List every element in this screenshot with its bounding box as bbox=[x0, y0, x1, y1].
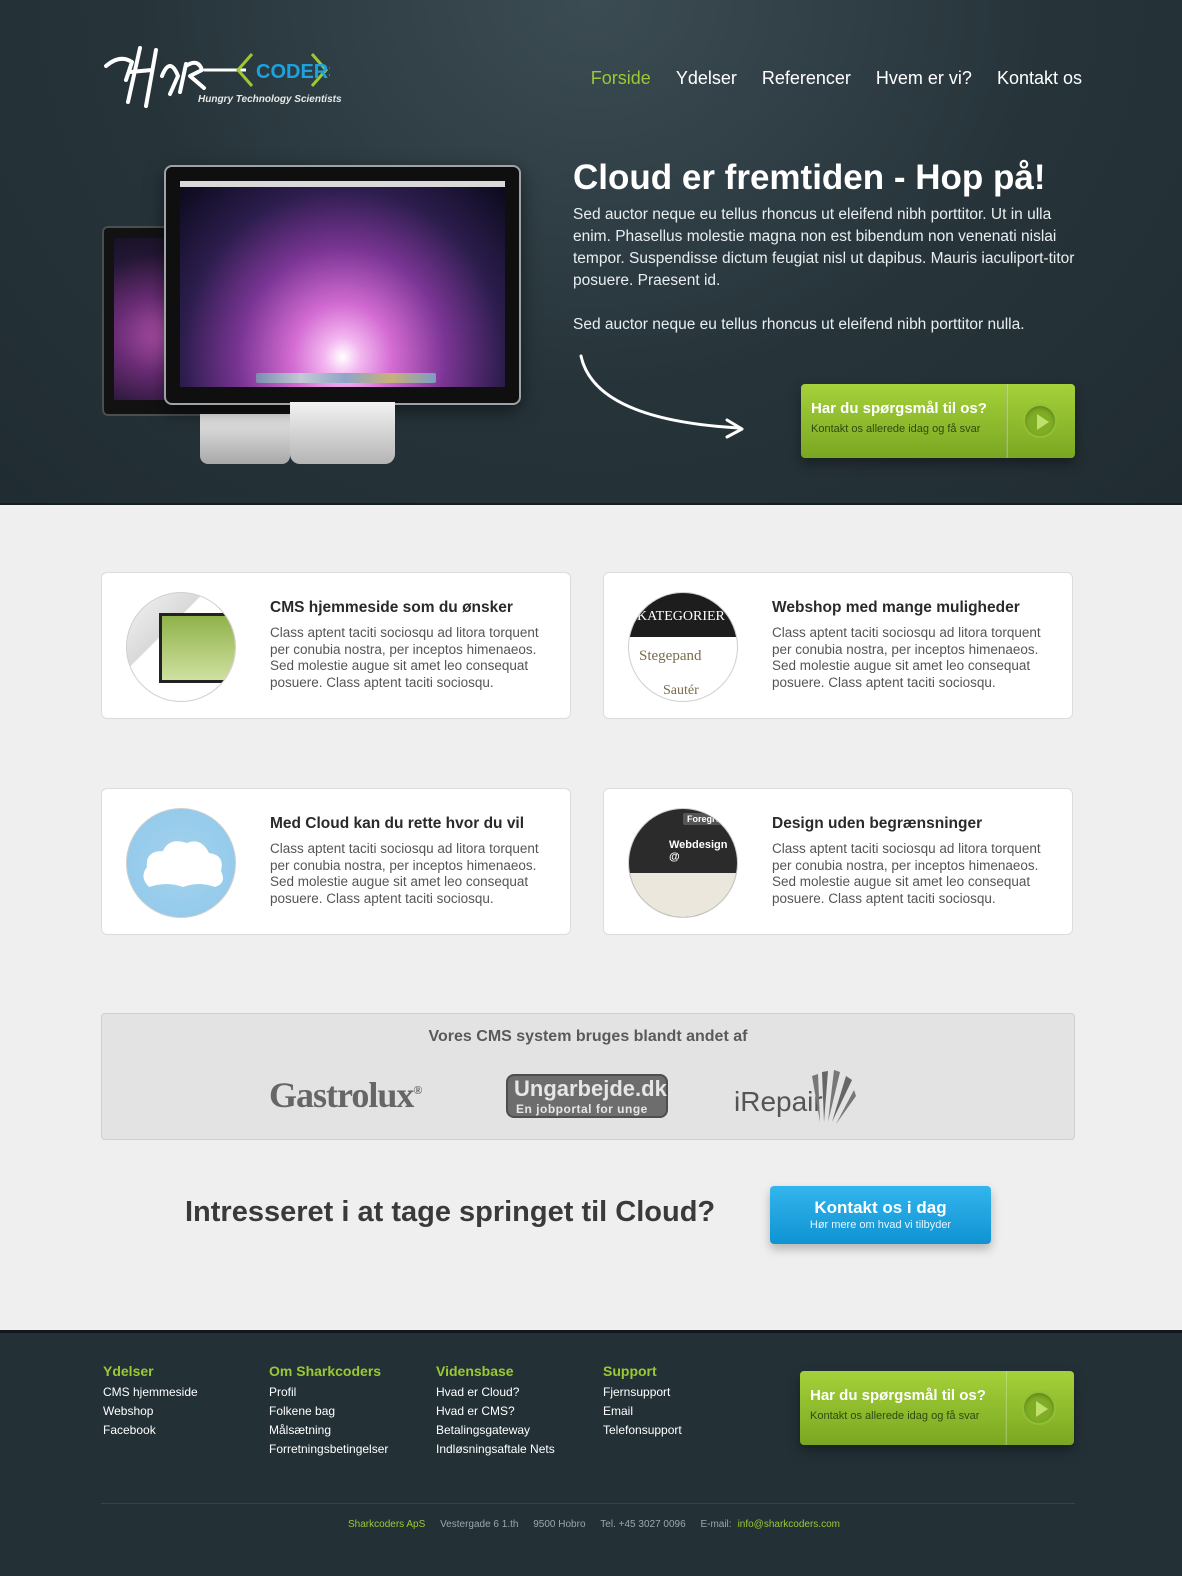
footer-link[interactable]: Betalingsgateway bbox=[436, 1421, 555, 1440]
contact-today-subtitle: Hør mere om hvad vi tilbyder bbox=[809, 1219, 952, 1231]
nav-item-hvem-er-vi[interactable]: Hvem er vi? bbox=[876, 68, 972, 89]
logo-text-right: CODERS bbox=[256, 61, 330, 83]
feature-title: Webshop med mange muligheder bbox=[772, 599, 1020, 616]
footer-column-support: Support Fjernsupport Email Telefonsuppor… bbox=[603, 1363, 682, 1440]
monitor-back-stand bbox=[200, 414, 290, 464]
ungarbejde-logo-text: Ungarbejde.dk bbox=[514, 1076, 667, 1101]
feature-card-cms[interactable]: CMS hjemmeside som du ønsker Class apten… bbox=[101, 572, 571, 719]
nav-item-forside[interactable]: Forside bbox=[591, 68, 651, 89]
hero-paragraph: Sed auctor neque eu tellus rhoncus ut el… bbox=[573, 206, 1075, 289]
feature-text: Class aptent taciti sociosqu ad litora t… bbox=[270, 841, 539, 907]
main-nav: Forside Ydelser Referencer Hvem er vi? K… bbox=[591, 68, 1082, 89]
registered-mark: ® bbox=[413, 1083, 422, 1097]
feature-card-webshop[interactable]: KATEGORIER Stegepand Sautér Webshop med … bbox=[603, 572, 1073, 719]
footer-heading: Vidensbase bbox=[436, 1363, 514, 1379]
footer-link[interactable]: Forretningsbetingelser bbox=[269, 1440, 388, 1459]
logo-tagline: Hungry Technology Scientists bbox=[198, 94, 342, 105]
thumb-label: Foregro bbox=[683, 813, 726, 825]
hero-cta-subtitle: Kontakt os allerede idag og få svar bbox=[811, 423, 981, 435]
footer-heading: Om Sharkcoders bbox=[269, 1363, 382, 1379]
ungarbejde-logo[interactable]: Ungarbejde.dk En jobportal for unge bbox=[506, 1074, 668, 1118]
feature-card-design[interactable]: Foregro Webdesign @ Design uden begrænsn… bbox=[603, 788, 1073, 935]
gastrolux-logo-text: Gastrolux bbox=[269, 1075, 414, 1115]
nav-item-referencer[interactable]: Referencer bbox=[762, 68, 851, 89]
footer-link[interactable]: Målsætning bbox=[269, 1421, 388, 1440]
feature-card-cloud[interactable]: Med Cloud kan du rette hvor du vil Class… bbox=[101, 788, 571, 935]
play-icon bbox=[1022, 1391, 1056, 1425]
monitor-front-stand bbox=[290, 402, 395, 464]
client-logos-panel: Vores CMS system bruges blandt andet af … bbox=[101, 1013, 1075, 1140]
thumb-label: Stegepand bbox=[639, 648, 702, 664]
feature-title: CMS hjemmeside som du ønsker bbox=[270, 599, 513, 616]
footer-contact-info: Sharkcoders ApS Vestergade 6 1.th 9500 H… bbox=[0, 1519, 1182, 1530]
hero-cta-title: Har du spørgsmål til os? bbox=[811, 400, 987, 417]
design-thumbnail: Foregro Webdesign @ bbox=[628, 808, 738, 918]
footer-column-ydelser: Ydelser CMS hjemmeside Webshop Facebook bbox=[103, 1363, 198, 1440]
hero-contact-button[interactable]: Har du spørgsmål til os? Kontakt os alle… bbox=[801, 384, 1075, 458]
footer-link[interactable]: Indløsningsaftale Nets bbox=[436, 1440, 555, 1459]
footer-address: Vestergade 6 1.th bbox=[440, 1519, 519, 1530]
feature-title: Med Cloud kan du rette hvor du vil bbox=[270, 815, 525, 832]
footer-city: 9500 Hobro bbox=[533, 1519, 586, 1530]
curved-arrow-icon bbox=[579, 354, 744, 439]
footer-link[interactable]: Telefonsupport bbox=[603, 1421, 682, 1440]
site-footer: Ydelser CMS hjemmeside Webshop Facebook … bbox=[0, 1330, 1182, 1576]
footer-cta-subtitle: Kontakt os allerede idag og få svar bbox=[810, 1410, 980, 1422]
footer-link[interactable]: Hvad er Cloud? bbox=[436, 1383, 555, 1402]
gastrolux-logo[interactable]: Gastrolux® bbox=[269, 1074, 422, 1116]
monitor-front-image bbox=[164, 165, 521, 405]
webshop-thumbnail: KATEGORIER Stegepand Sautér bbox=[628, 592, 738, 702]
hero-title: Cloud er fremtiden - Hop på! bbox=[573, 158, 1046, 197]
feature-text: Class aptent taciti sociosqu ad litora t… bbox=[270, 625, 539, 691]
footer-link[interactable]: Hvad er CMS? bbox=[436, 1402, 555, 1421]
contact-today-title: Kontakt os i dag bbox=[814, 1198, 947, 1217]
footer-cta-title: Har du spørgsmål til os? bbox=[810, 1387, 986, 1404]
footer-heading: Support bbox=[603, 1363, 657, 1379]
footer-column-om-sharkcoders: Om Sharkcoders Profil Folkene bag Målsæt… bbox=[269, 1363, 388, 1459]
footer-email-label: E-mail: bbox=[700, 1519, 732, 1530]
dock-bar bbox=[256, 373, 436, 383]
cta-heading: Intresseret i at tage springet til Cloud… bbox=[185, 1196, 716, 1228]
clients-heading: Vores CMS system bruges blandt andet af bbox=[428, 1028, 748, 1045]
play-icon bbox=[1023, 404, 1057, 438]
hero-paragraph-2: Sed auctor neque eu tellus rhoncus ut el… bbox=[573, 316, 1025, 333]
footer-column-vidensbase: Vidensbase Hvad er Cloud? Hvad er CMS? B… bbox=[436, 1363, 555, 1459]
cms-thumbnail bbox=[126, 592, 236, 702]
footer-email-link[interactable]: info@sharkcoders.com bbox=[738, 1519, 840, 1530]
feature-title: Design uden begrænsninger bbox=[772, 815, 983, 832]
footer-link[interactable]: Fjernsupport bbox=[603, 1383, 682, 1402]
footer-link[interactable]: Profil bbox=[269, 1383, 388, 1402]
footer-contact-button[interactable]: Har du spørgsmål til os? Kontakt os alle… bbox=[800, 1371, 1074, 1445]
thumb-label: Sautér bbox=[663, 683, 699, 698]
footer-divider bbox=[101, 1503, 1075, 1504]
thumb-label: Webdesign @ bbox=[669, 839, 728, 863]
contact-today-button[interactable]: Kontakt os i dag Hør mere om hvad vi til… bbox=[770, 1186, 991, 1244]
ungarbejde-logo-subtext: En jobportal for unge bbox=[516, 1102, 648, 1116]
cloud-icon bbox=[126, 808, 236, 918]
footer-link[interactable]: Facebook bbox=[103, 1421, 198, 1440]
hero-section: CODERS Hungry Technology Scientists Fors… bbox=[0, 0, 1182, 505]
irepair-fan-icon bbox=[812, 1070, 856, 1124]
footer-link[interactable]: CMS hjemmeside bbox=[103, 1383, 198, 1402]
footer-link[interactable]: Webshop bbox=[103, 1402, 198, 1421]
footer-link[interactable]: Email bbox=[603, 1402, 682, 1421]
nav-item-ydelser[interactable]: Ydelser bbox=[676, 68, 737, 89]
feature-text: Class aptent taciti sociosqu ad litora t… bbox=[772, 841, 1041, 907]
footer-company: Sharkcoders ApS bbox=[348, 1519, 426, 1530]
footer-link[interactable]: Folkene bag bbox=[269, 1402, 388, 1421]
footer-heading: Ydelser bbox=[103, 1363, 154, 1379]
feature-text: Class aptent taciti sociosqu ad litora t… bbox=[772, 625, 1041, 691]
nav-item-kontakt-os[interactable]: Kontakt os bbox=[997, 68, 1082, 89]
thumb-label: KATEGORIER bbox=[637, 609, 725, 624]
footer-phone: Tel. +45 3027 0096 bbox=[600, 1519, 686, 1530]
